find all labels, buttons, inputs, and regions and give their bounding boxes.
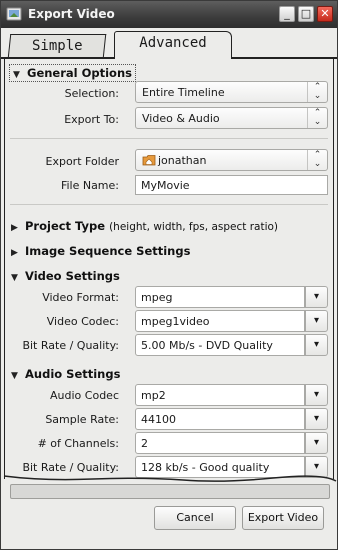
- channels-dropdown[interactable]: 2 ▾: [135, 432, 328, 454]
- up-down-arrows-icon: ⌃ ⌄: [307, 108, 327, 128]
- tab-advanced[interactable]: Advanced: [114, 31, 232, 58]
- selection-combo[interactable]: Entire Timeline ⌃ ⌄: [135, 81, 328, 103]
- section-video-settings[interactable]: ▼ Video Settings: [11, 269, 120, 283]
- chevron-down-icon[interactable]: ▾: [305, 334, 328, 356]
- sample-rate-label: Sample Rate:: [45, 413, 119, 426]
- channels-value[interactable]: 2: [135, 432, 305, 454]
- separator: [10, 204, 328, 205]
- video-format-label: Video Format:: [42, 291, 119, 304]
- selection-value: Entire Timeline: [142, 86, 225, 99]
- section-title: General Options: [27, 66, 132, 80]
- tab-bar: Simple Advanced: [1, 28, 337, 58]
- export-video-window: Export Video _ □ ✕ Simple Advanced ▼ Gene…: [0, 0, 338, 550]
- expanded-triangle-icon: ▼: [11, 371, 18, 381]
- collapsed-triangle-icon: ▶: [11, 248, 18, 258]
- section-title: Video Settings: [25, 269, 120, 283]
- up-down-arrows-icon: ⌃ ⌄: [307, 150, 327, 170]
- chevron-down-icon[interactable]: ▾: [305, 432, 328, 454]
- expanded-triangle-icon: ▼: [13, 70, 20, 80]
- export-to-label: Export To:: [64, 113, 119, 126]
- tab-simple[interactable]: Simple: [7, 34, 107, 58]
- app-icon: [6, 7, 22, 21]
- channels-label: # of Channels:: [37, 437, 119, 450]
- up-down-arrows-icon: ⌃ ⌄: [307, 82, 327, 102]
- home-folder-icon: [142, 155, 156, 166]
- video-codec-dropdown[interactable]: mpeg1video ▾: [135, 310, 328, 332]
- section-project-type[interactable]: ▶ Project Type (height, width, fps, aspect…: [11, 219, 278, 233]
- video-bitrate-dropdown[interactable]: 5.00 Mb/s - DVD Quality ▾: [135, 334, 328, 356]
- video-bitrate-value[interactable]: 5.00 Mb/s - DVD Quality: [135, 334, 305, 356]
- section-image-sequence[interactable]: ▶ Image Sequence Settings: [11, 244, 190, 258]
- title-bar[interactable]: Export Video _ □ ✕: [1, 1, 337, 28]
- chevron-down-icon[interactable]: ▾: [305, 384, 328, 406]
- video-codec-value[interactable]: mpeg1video: [135, 310, 305, 332]
- section-audio-settings[interactable]: ▼ Audio Settings: [11, 367, 120, 381]
- panel-bottom-edge: [3, 475, 337, 482]
- video-format-value[interactable]: mpeg: [135, 286, 305, 308]
- export-progress-bar: [10, 484, 330, 499]
- collapsed-triangle-icon: ▶: [11, 223, 18, 233]
- chevron-down-icon[interactable]: ▾: [305, 408, 328, 430]
- sample-rate-dropdown[interactable]: 44100 ▾: [135, 408, 328, 430]
- audio-bitrate-label: Bit Rate / Quality:: [22, 461, 119, 474]
- selection-label: Selection:: [64, 87, 119, 100]
- video-format-dropdown[interactable]: mpeg ▾: [135, 286, 328, 308]
- chevron-down-icon[interactable]: ▾: [305, 286, 328, 308]
- section-title: Image Sequence Settings: [25, 244, 191, 258]
- file-name-input[interactable]: MyMovie: [135, 175, 328, 195]
- export-folder-value: jonathan: [158, 154, 207, 167]
- video-bitrate-label: Bit Rate / Quality:: [22, 339, 119, 352]
- file-name-label: File Name:: [60, 179, 119, 192]
- separator: [10, 138, 328, 139]
- tab-simple-label: Simple: [31, 38, 83, 54]
- sample-rate-value[interactable]: 44100: [135, 408, 305, 430]
- chevron-down-icon[interactable]: ▾: [305, 310, 328, 332]
- section-hint: (height, width, fps, aspect ratio): [109, 221, 279, 233]
- export-to-value: Video & Audio: [142, 112, 220, 125]
- export-folder-label: Export Folder: [45, 155, 120, 168]
- video-codec-label: Video Codec:: [46, 315, 119, 328]
- audio-codec-label: Audio Codec: [50, 389, 119, 402]
- audio-codec-value[interactable]: mp2: [135, 384, 305, 406]
- maximize-button[interactable]: □: [298, 6, 314, 22]
- cancel-button[interactable]: Cancel: [154, 506, 236, 530]
- expanded-triangle-icon: ▼: [11, 273, 18, 283]
- audio-codec-dropdown[interactable]: mp2 ▾: [135, 384, 328, 406]
- close-button[interactable]: ✕: [317, 6, 333, 22]
- window-title: Export Video: [28, 7, 115, 21]
- export-video-button[interactable]: Export Video: [242, 506, 324, 530]
- minimize-button[interactable]: _: [279, 6, 295, 22]
- section-general-options[interactable]: ▼ General Options: [9, 64, 136, 82]
- section-title: Project Type: [25, 219, 106, 233]
- tab-advanced-label: Advanced: [139, 35, 207, 51]
- export-to-combo[interactable]: Video & Audio ⌃ ⌄: [135, 107, 328, 129]
- export-folder-combo[interactable]: jonathan ⌃ ⌄: [135, 149, 328, 171]
- section-title: Audio Settings: [25, 367, 121, 381]
